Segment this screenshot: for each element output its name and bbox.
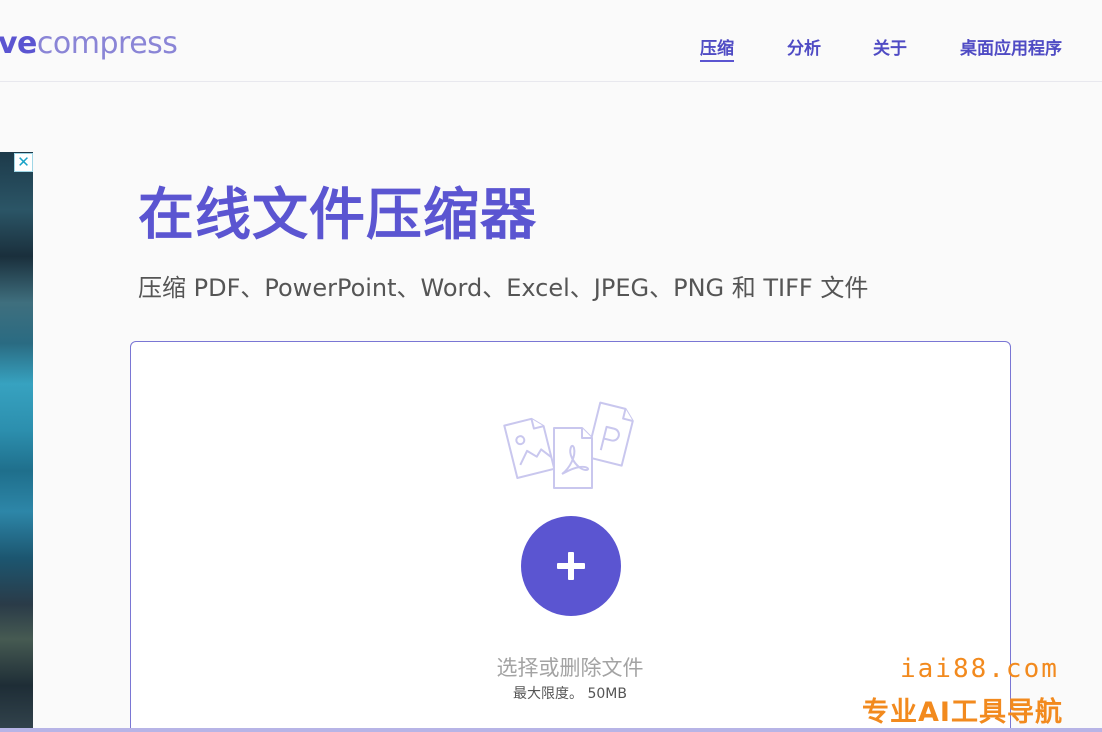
- top-header: vecompress 压缩 分析 关于 桌面应用程序: [0, 0, 1102, 82]
- watermark-text: 专业AI工具导航: [862, 697, 1063, 728]
- ad-close-icon[interactable]: ✕: [14, 153, 33, 172]
- add-file-button[interactable]: [521, 516, 621, 616]
- nav-item-about[interactable]: 关于: [873, 34, 907, 59]
- page-title: 在线文件压缩器: [138, 183, 537, 248]
- files-illustration-icon: [503, 401, 634, 489]
- logo-rest: compress: [36, 26, 178, 61]
- plus-icon: [557, 552, 585, 580]
- side-advertisement[interactable]: [0, 152, 33, 732]
- nav-item-desktop-app[interactable]: 桌面应用程序: [960, 34, 1062, 59]
- nav-item-analyze[interactable]: 分析: [787, 34, 821, 59]
- logo[interactable]: vecompress: [0, 26, 178, 61]
- nav-item-compress[interactable]: 压缩: [700, 34, 734, 62]
- watermark-url: iai88.com: [900, 654, 1059, 684]
- page: vecompress 压缩 分析 关于 桌面应用程序 ✕ 在线文件压缩器 压缩 …: [0, 0, 1102, 732]
- page-subtitle: 压缩 PDF、PowerPoint、Word、Excel、JPEG、PNG 和 …: [138, 274, 869, 302]
- logo-prefix: ve: [0, 26, 37, 61]
